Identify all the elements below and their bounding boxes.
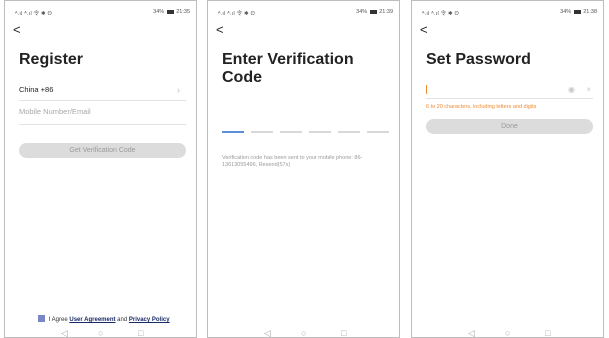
- battery-icon: [573, 9, 581, 14]
- signal-icons: ᴬ.ıl ᴬ.ıl 令 ✱ ʘ: [422, 11, 460, 17]
- clear-icon[interactable]: ×: [586, 85, 591, 94]
- verification-code-input[interactable]: [222, 131, 392, 135]
- signal-icons: ᴬ.ıl ᴬ.ıl 令 ✱ ʘ: [218, 11, 256, 17]
- signal-icons: ᴬ.ıl ᴬ.ıl 令 ✱ ʘ: [15, 11, 53, 17]
- status-bar: ᴬ.ıl ᴬ.ıl 令 ✱ ʘ 34% 21:35: [15, 9, 190, 17]
- nav-recent-icon[interactable]: □: [138, 328, 143, 337]
- system-nav-bar: ◁ ○ □: [412, 328, 603, 337]
- nav-back-icon[interactable]: ◁: [468, 328, 475, 337]
- status-right: 34% 21:38: [560, 9, 597, 15]
- code-digit-slot[interactable]: [222, 131, 244, 133]
- system-nav-bar: ◁ ○ □: [208, 328, 399, 337]
- agree-prefix: I Agree: [48, 317, 68, 324]
- status-bar: ᴬ.ıl ᴬ.ıl 令 ✱ ʘ 34% 21:38: [422, 9, 597, 17]
- page-title: Enter Verification Code: [222, 51, 354, 87]
- eye-icon[interactable]: ◉: [568, 85, 575, 94]
- code-digit-slot[interactable]: [280, 131, 302, 133]
- divider: [426, 98, 593, 99]
- nav-home-icon[interactable]: ○: [301, 328, 306, 337]
- set-password-screen: ᴬ.ıl ᴬ.ıl 令 ✱ ʘ 34% 21:38 < Set Password…: [411, 0, 604, 338]
- battery-percent: 34%: [153, 9, 165, 15]
- back-icon[interactable]: <: [216, 23, 224, 36]
- agreement-row: I Agree User Agreement and Privacy Polic…: [38, 315, 170, 324]
- back-icon[interactable]: <: [420, 23, 428, 36]
- status-time: 21:39: [379, 9, 393, 15]
- done-button[interactable]: Done: [426, 119, 593, 134]
- text-cursor: [426, 85, 427, 94]
- country-value: China +86: [19, 85, 54, 94]
- agree-and: and: [117, 317, 128, 324]
- country-selector[interactable]: China +86 ›: [19, 85, 186, 101]
- code-digit-slot[interactable]: [338, 131, 360, 133]
- privacy-policy-link[interactable]: Privacy Policy: [129, 317, 170, 323]
- nav-recent-icon[interactable]: □: [545, 328, 550, 337]
- user-agreement-link[interactable]: User Agreement: [69, 317, 115, 323]
- mobile-placeholder: Mobile Number/Email: [19, 107, 91, 116]
- code-digit-slot[interactable]: [309, 131, 331, 133]
- code-digit-slot[interactable]: [251, 131, 273, 133]
- nav-recent-icon[interactable]: □: [341, 328, 346, 337]
- status-right: 34% 21:39: [356, 9, 393, 15]
- nav-home-icon[interactable]: ○: [505, 328, 510, 337]
- verification-screen: ᴬ.ıl ᴬ.ıl 令 ✱ ʘ 34% 21:39 < Enter Verifi…: [207, 0, 400, 338]
- system-nav-bar: ◁ ○ □: [5, 328, 196, 337]
- agreement-checkbox[interactable]: [38, 315, 45, 322]
- divider: [19, 124, 186, 125]
- divider: [19, 100, 186, 101]
- status-right: 34% 21:35: [153, 9, 190, 15]
- battery-icon: [166, 9, 174, 14]
- status-bar: ᴬ.ıl ᴬ.ıl 令 ✱ ʘ 34% 21:39: [218, 9, 393, 17]
- status-time: 21:38: [583, 9, 597, 15]
- password-hint: 6 to 20 characters, including letters an…: [426, 104, 537, 110]
- register-screen: ᴬ.ıl ᴬ.ıl 令 ✱ ʘ 34% 21:35 < Register Chi…: [4, 0, 197, 338]
- battery-icon: [369, 9, 377, 14]
- nav-back-icon[interactable]: ◁: [61, 328, 68, 337]
- back-icon[interactable]: <: [13, 23, 21, 36]
- password-field[interactable]: ◉ ×: [426, 85, 593, 99]
- get-verification-code-button[interactable]: Get Verification Code: [19, 143, 186, 158]
- status-time: 21:35: [176, 9, 190, 15]
- page-title: Set Password: [426, 51, 531, 68]
- nav-home-icon[interactable]: ○: [98, 328, 103, 337]
- battery-percent: 34%: [560, 9, 572, 15]
- code-digit-slot[interactable]: [367, 131, 389, 133]
- verification-info-text: Verification code has been sent to your …: [222, 155, 363, 169]
- nav-back-icon[interactable]: ◁: [264, 328, 271, 337]
- mobile-email-field[interactable]: Mobile Number/Email: [19, 107, 186, 125]
- page-title: Register: [19, 51, 84, 68]
- battery-percent: 34%: [356, 9, 368, 15]
- chevron-right-icon: ›: [177, 85, 180, 95]
